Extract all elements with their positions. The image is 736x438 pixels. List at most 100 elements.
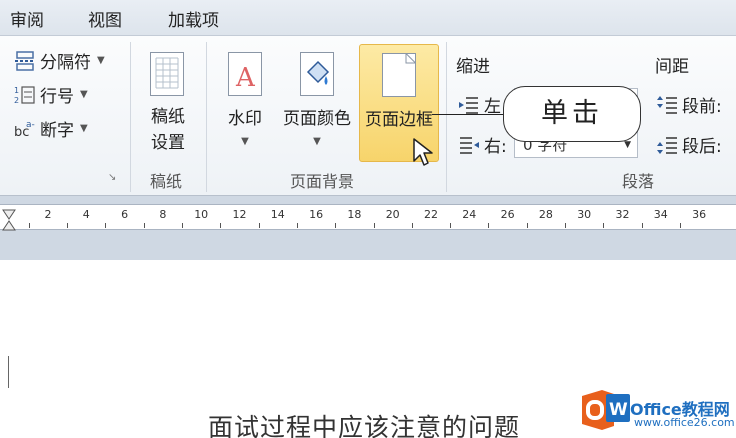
page-color-label: 页面颜色 [283,109,351,129]
ruler-number: 6 [121,208,129,221]
page-borders-label: 页面边框 [365,110,433,130]
ruler-number: 30 [577,208,592,221]
ruler-tick [258,223,260,228]
ruler-tick [67,223,69,228]
spinner-down-icon[interactable]: ▼ [624,140,631,150]
ruler-tick [220,223,222,228]
indent-right-label: 右: [484,137,507,157]
ruler-number: 18 [347,208,362,221]
ruler-tick [641,223,643,228]
mouse-pointer-icon [413,138,433,166]
horizontal-ruler[interactable]: 2 4 6 8 10 12 14 16 18 20 22 24 26 28 30 32 34 36 [0,204,736,231]
hyphenation-icon: bc a- [14,118,36,140]
group-label-paragraph: 段落 [622,172,655,191]
ruler-tick [105,223,107,228]
chevron-down-icon: ▼ [97,55,105,66]
ruler-number: 4 [82,208,90,221]
hyphenation-label: 断字 [40,121,74,141]
document-text[interactable]: 面试过程中应该注意的问题 [208,408,520,438]
chevron-down-icon: ▼ [80,123,88,134]
group-label-page-background: 页面背景 [290,172,355,191]
line-numbers-icon: 12 [14,84,36,106]
ruler-tick [335,223,337,228]
svg-text:W: W [609,400,628,420]
ruler-number: 14 [270,208,285,221]
ruler-tick [526,223,528,228]
page-borders-icon [382,53,416,97]
chevron-down-icon: ▼ [80,89,88,100]
ruler-tick [143,223,145,228]
tab-review[interactable]: 审阅 [10,6,44,31]
dialog-launcher-icon[interactable]: ↘ [108,172,116,183]
margin-marker [8,356,9,388]
indent-right-field[interactable]: 右: [458,132,507,157]
click-callout: 单击 [503,86,641,142]
spacing-after-icon [656,134,678,156]
ruler-number: 26 [500,208,515,221]
svg-text:a-: a- [26,120,35,130]
indent-marker-icon[interactable] [2,209,16,231]
ruler-tick [450,223,452,228]
page-break-button[interactable]: 分隔符 ▼ [14,48,105,73]
ruler-number: 28 [538,208,553,221]
watermark-button[interactable]: A 水印 ▼ [206,44,284,162]
manuscript-settings-label-1: 稿纸 [151,107,185,127]
hyphenation-button[interactable]: bc a- 断字 ▼ [14,116,88,142]
ribbon-tab-bar: 审阅 视图 加载项 [0,0,736,36]
spacing-before-icon [656,94,678,116]
ruler-number: 32 [615,208,630,221]
ruler-area: 2 4 6 8 10 12 14 16 18 20 22 24 26 28 30 32 34 36 [0,196,736,260]
page-break-label: 分隔符 [40,53,91,73]
group-label-manuscript: 稿纸 [150,172,183,191]
indent-label: 缩进 [456,57,490,77]
indent-left-icon [458,94,480,116]
manuscript-settings-label-2: 设置 [151,133,185,153]
ruler-number: 22 [424,208,438,221]
chevron-down-icon: ▼ [313,136,321,147]
ruler-tick [28,223,30,228]
spacing-after-label: 段后: [682,137,722,157]
line-numbers-button[interactable]: 12 行号 ▼ [14,82,88,108]
spacing-label: 间距 [655,57,689,77]
ruler-number: 8 [159,208,167,221]
svg-text:A: A [235,63,256,93]
ruler-tick [411,223,413,228]
watermark-url: www.office26.com [634,416,735,429]
spacing-after-field[interactable]: 段后: [656,132,722,157]
watermark-label: 水印 [228,109,262,129]
page-borders-button[interactable]: 页面边框 [359,44,439,166]
svg-text:1: 1 [14,86,19,95]
manuscript-settings-button[interactable]: 稿纸 设置 [130,44,206,162]
ruler-tick [679,223,681,228]
ruler-number: 10 [194,208,209,221]
group-separator [446,42,447,192]
ruler-number: 16 [309,208,324,221]
chevron-down-icon: ▼ [241,136,249,147]
ruler-tick [296,223,298,228]
site-watermark: W Office教程网 www.office26.com [578,382,736,438]
page-color-icon [300,52,334,96]
ruler-tick [373,223,375,228]
callout-pointer-line [432,114,504,115]
indent-right-icon [458,134,480,156]
watermark-icon: A [228,52,262,96]
ruler-number: 20 [385,208,400,221]
spacing-before-field[interactable]: 段前: [656,92,722,117]
line-numbers-label: 行号 [40,87,74,107]
ruler-tick [603,223,605,228]
manuscript-grid-icon [150,52,184,96]
page-color-button[interactable]: 页面颜色 ▼ [278,44,356,162]
ruler-number: 34 [653,208,668,221]
tab-view[interactable]: 视图 [88,6,122,31]
spacing-before-label: 段前: [682,97,722,117]
ruler-number: 12 [232,208,247,221]
ruler-tick [182,223,184,228]
svg-text:2: 2 [14,96,19,105]
tab-addins[interactable]: 加载项 [168,6,219,31]
ruler-tick [565,223,567,228]
word-logo-icon: W [606,394,630,422]
ruler-number: 36 [692,208,707,221]
ruler-number: 2 [44,208,52,221]
page-break-icon [14,50,36,72]
ruler-number: 24 [462,208,477,221]
